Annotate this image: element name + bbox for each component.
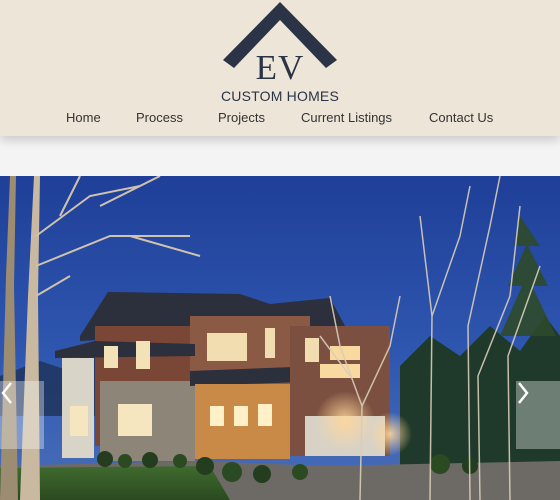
nav-projects[interactable]: Projects <box>218 110 265 125</box>
chevron-left-icon <box>1 382 12 404</box>
nav-contact-us[interactable]: Contact Us <box>429 110 493 125</box>
hero-slider <box>0 176 560 500</box>
slider-prev-button[interactable] <box>0 381 44 449</box>
main-nav: Home Process Projects Current Listings C… <box>0 110 560 128</box>
slider-next-button[interactable] <box>516 381 560 449</box>
nav-home[interactable]: Home <box>66 110 101 125</box>
hero-image <box>0 176 560 500</box>
header-spacer <box>0 136 560 176</box>
logo-subtitle: CUSTOM HOMES <box>220 88 340 104</box>
site-header: EV CUSTOM HOMES Home Process Projects Cu… <box>0 0 560 136</box>
nav-current-listings[interactable]: Current Listings <box>301 110 392 125</box>
site-logo[interactable]: EV CUSTOM HOMES <box>220 2 340 106</box>
nav-process[interactable]: Process <box>136 110 183 125</box>
logo-monogram: EV <box>255 48 305 87</box>
chevron-right-icon <box>518 382 529 404</box>
